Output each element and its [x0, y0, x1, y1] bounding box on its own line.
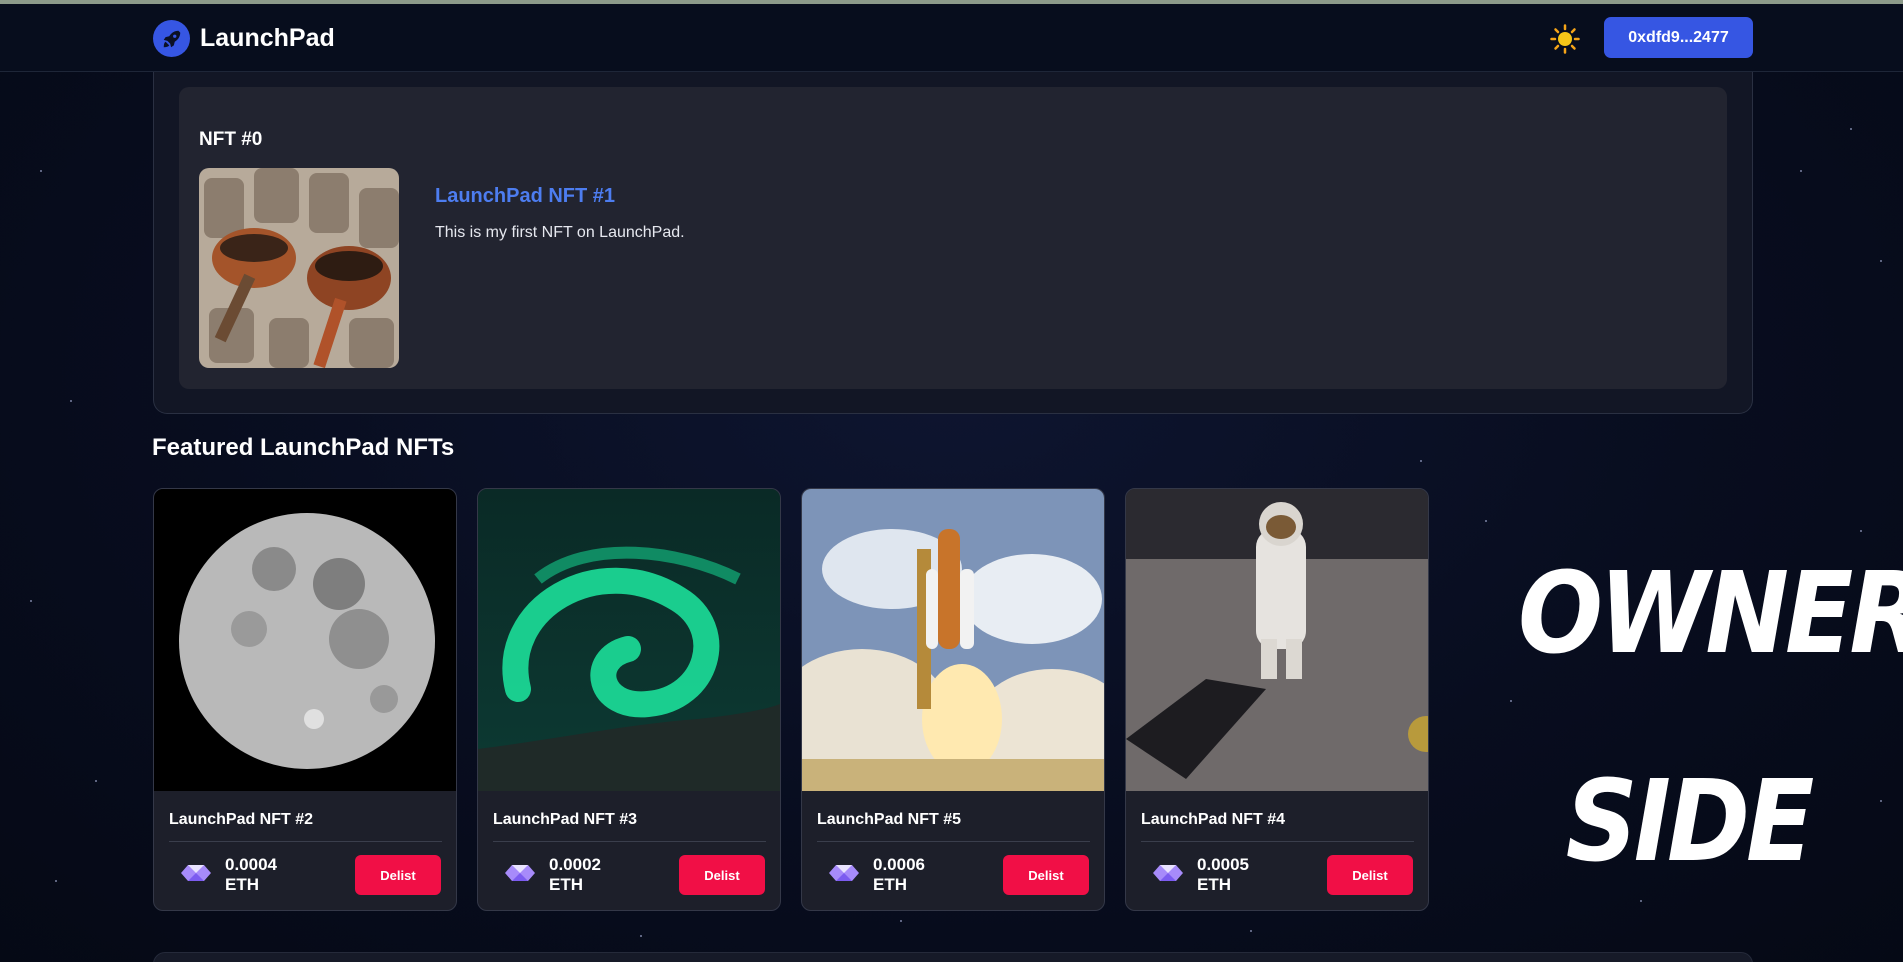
price-value: 0.0002 [549, 855, 601, 874]
astronaut-image [1126, 489, 1428, 791]
caption-line-1: OWNER [1518, 547, 1903, 679]
price-value: 0.0005 [1197, 855, 1249, 874]
top-navbar: LaunchPad 0xdfd9...2477 [0, 4, 1903, 72]
eth-gem-icon [181, 865, 211, 881]
nft-price: 0.0004 ETH [225, 855, 277, 895]
nft-price: 0.0002 ETH [549, 855, 601, 895]
eth-gem-icon [829, 865, 859, 881]
nft-price: 0.0006 ETH [873, 855, 925, 895]
caption-line-2: SIDE [1565, 756, 1815, 888]
next-section-panel [153, 952, 1753, 962]
owned-nft-panel: NFT #0 LaunchPad NFT #1 This is my first… [153, 72, 1753, 414]
nft-card-name: LaunchPad NFT #3 [493, 811, 638, 828]
owned-nft-heading: NFT #0 [199, 129, 263, 150]
moon-image [154, 489, 456, 791]
owned-nft-title[interactable]: LaunchPad NFT #1 [435, 185, 615, 208]
delist-button[interactable]: Delist [1003, 855, 1089, 895]
divider [1141, 841, 1414, 842]
nft-price: 0.0005 ETH [1197, 855, 1249, 895]
nft-card[interactable]: LaunchPad NFT #3 0.0002 ETH Delist [477, 488, 781, 911]
brand-logo[interactable]: LaunchPad [153, 20, 335, 57]
featured-section-title: Featured LaunchPad NFTs [152, 434, 455, 461]
divider [493, 841, 766, 842]
price-unit: ETH [549, 875, 583, 894]
delist-button[interactable]: Delist [355, 855, 441, 895]
divider [169, 841, 442, 842]
nft-card[interactable]: LaunchPad NFT #5 0.0006 ETH Delist [801, 488, 1105, 911]
price-unit: ETH [225, 875, 259, 894]
delist-button[interactable]: Delist [1327, 855, 1413, 895]
price-unit: ETH [1197, 875, 1231, 894]
nft-card[interactable]: LaunchPad NFT #4 0.0005 ETH Delist [1125, 488, 1429, 911]
nft-card-name: LaunchPad NFT #2 [169, 811, 314, 828]
price-value: 0.0006 [873, 855, 925, 874]
owned-nft-description: This is my first NFT on LaunchPad. [435, 224, 685, 241]
wallet-address-button[interactable]: 0xdfd9...2477 [1604, 17, 1753, 58]
delist-button[interactable]: Delist [679, 855, 765, 895]
nft-card-name: LaunchPad NFT #4 [1141, 811, 1286, 828]
theme-toggle-button[interactable] [1548, 22, 1582, 56]
brand-name: LaunchPad [200, 24, 335, 52]
price-value: 0.0004 [225, 855, 277, 874]
nft-card[interactable]: LaunchPad NFT #2 0.0004 ETH Delist [153, 488, 457, 911]
price-unit: ETH [873, 875, 907, 894]
coffee-pots-image [199, 168, 399, 368]
sun-icon [1550, 24, 1580, 54]
shuttle-launch-image [802, 489, 1104, 791]
eth-gem-icon [1153, 865, 1183, 881]
aurora-image [478, 489, 780, 791]
owned-nft-card[interactable]: NFT #0 LaunchPad NFT #1 This is my first… [179, 87, 1727, 389]
divider [817, 841, 1090, 842]
rocket-icon [153, 20, 190, 57]
owner-side-caption: OWNER SIDE [1518, 510, 1903, 927]
nft-card-name: LaunchPad NFT #5 [817, 811, 962, 828]
eth-gem-icon [505, 865, 535, 881]
